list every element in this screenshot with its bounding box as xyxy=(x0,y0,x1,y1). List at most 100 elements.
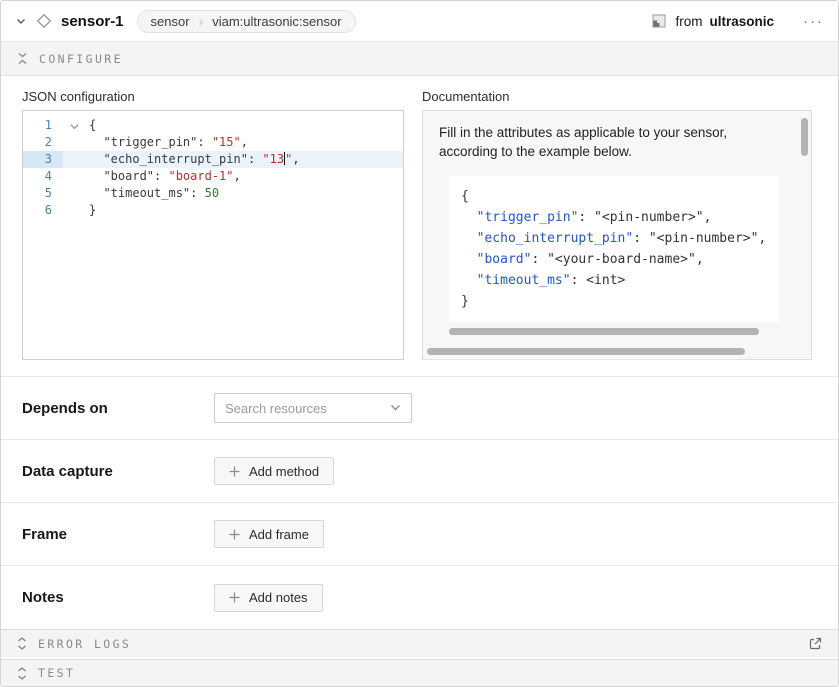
editor-line-number: 1 xyxy=(23,117,63,134)
module-source: from ultrasonic xyxy=(675,14,774,29)
code-token-string: "13 xyxy=(262,152,284,166)
code-token: , xyxy=(234,169,241,183)
code-token-key: "board" xyxy=(103,169,154,183)
test-section-header[interactable]: TEST xyxy=(1,659,838,686)
add-frame-button[interactable]: Add frame xyxy=(214,520,324,548)
frame-label: Frame xyxy=(22,526,214,543)
doc-code-line: } xyxy=(461,291,767,312)
editor-line-content[interactable]: "trigger_pin": "15", xyxy=(63,134,403,151)
badge-chevron-icon: › xyxy=(199,14,204,28)
code-token-key: "trigger_pin" xyxy=(477,210,579,225)
add-method-button[interactable]: Add method xyxy=(214,457,334,485)
code-token: : xyxy=(154,169,168,183)
code-token xyxy=(89,152,103,166)
code-token xyxy=(89,135,103,149)
doc-code-line: "trigger_pin": "<pin-number>", xyxy=(461,207,767,228)
depends-on-select[interactable]: Search resources xyxy=(214,393,412,423)
code-token: : <int> xyxy=(571,273,626,288)
documentation-intro: Fill in the attributes as applicable to … xyxy=(439,123,775,161)
editor-line[interactable]: 3 "echo_interrupt_pin": "13", xyxy=(23,151,403,168)
editor-line[interactable]: 2 "trigger_pin": "15", xyxy=(23,134,403,151)
doc-code-line: "echo_interrupt_pin": "<pin-number>", xyxy=(461,228,767,249)
code-token: { xyxy=(89,118,96,132)
code-token: : "<pin-number>", xyxy=(578,210,711,225)
code-token: , xyxy=(241,135,248,149)
data-capture-label: Data capture xyxy=(22,463,214,480)
doc-horizontal-scrollbar[interactable] xyxy=(427,348,757,355)
editor-line-number: 2 xyxy=(23,134,63,151)
more-menu-button[interactable]: ··· xyxy=(803,13,824,30)
code-token-key: "trigger_pin" xyxy=(103,135,197,149)
add-notes-label: Add notes xyxy=(249,590,308,605)
code-token: } xyxy=(461,294,469,309)
code-token-key: "timeout_ms" xyxy=(477,273,571,288)
code-token-number: 50 xyxy=(205,186,219,200)
scrollbar-thumb[interactable] xyxy=(449,328,759,335)
editor-line-content[interactable]: "echo_interrupt_pin": "13", xyxy=(63,151,403,168)
scrollbar-thumb[interactable] xyxy=(427,348,745,355)
code-token: : "<pin-number>", xyxy=(633,231,766,246)
editor-line[interactable]: 4 "board": "board-1", xyxy=(23,168,403,185)
doc-code-line: "board": "<your-board-name>", xyxy=(461,249,767,270)
collapse-section-icon[interactable] xyxy=(17,52,28,65)
code-token: : xyxy=(248,152,262,166)
doc-code-line: "timeout_ms": <int> xyxy=(461,270,767,291)
editor-line-number: 4 xyxy=(23,168,63,185)
code-token xyxy=(89,169,103,183)
documentation-label: Documentation xyxy=(422,89,812,104)
code-horizontal-scrollbar[interactable] xyxy=(449,328,767,335)
plus-icon xyxy=(229,592,240,603)
editor-line-number: 3 xyxy=(23,151,63,168)
add-notes-button[interactable]: Add notes xyxy=(214,584,323,612)
code-token xyxy=(461,252,477,267)
doc-vertical-scrollbar[interactable] xyxy=(801,118,808,156)
code-token xyxy=(461,210,477,225)
code-token xyxy=(89,186,103,200)
editor-line-content[interactable]: "board": "board-1", xyxy=(63,168,403,185)
error-logs-section-header[interactable]: ERROR LOGS xyxy=(1,629,838,657)
from-label: from xyxy=(675,14,702,29)
configure-section-header[interactable]: CONFIGURE xyxy=(1,42,838,76)
code-token: , xyxy=(292,152,299,166)
depends-on-placeholder: Search resources xyxy=(225,401,327,416)
code-token xyxy=(461,273,477,288)
resource-type-label: sensor xyxy=(151,14,190,29)
notes-row: Notes Add notes xyxy=(1,565,838,629)
resource-type-badge: sensor › viam:ultrasonic:sensor xyxy=(137,10,356,33)
editor-line-content[interactable]: { xyxy=(63,117,403,134)
code-token xyxy=(461,231,477,246)
code-token-key: "board" xyxy=(477,252,532,267)
code-token: { xyxy=(461,189,469,204)
data-capture-row: Data capture Add method xyxy=(1,439,838,502)
doc-code-line: { xyxy=(461,186,767,207)
test-section-title: TEST xyxy=(38,666,75,680)
expand-section-icon[interactable] xyxy=(17,637,27,650)
editor-line-number: 6 xyxy=(23,202,63,219)
error-logs-section-title: ERROR LOGS xyxy=(38,637,131,651)
resource-model-label: viam:ultrasonic:sensor xyxy=(212,14,341,29)
code-token-key: "echo_interrupt_pin" xyxy=(103,152,248,166)
module-icon xyxy=(652,14,666,28)
editor-line[interactable]: 6} xyxy=(23,202,403,219)
editor-line-content[interactable]: "timeout_ms": 50 xyxy=(63,185,403,202)
editor-line-content[interactable]: } xyxy=(63,202,403,219)
json-editor[interactable]: 1{2 "trigger_pin": "15",3 "echo_interrup… xyxy=(22,110,404,360)
code-token: : xyxy=(197,135,211,149)
code-token-string: "board-1" xyxy=(168,169,233,183)
depends-on-row: Depends on Search resources xyxy=(1,376,838,439)
code-token-string: "15" xyxy=(212,135,241,149)
module-name: ultrasonic xyxy=(709,14,774,29)
documentation-panel: Fill in the attributes as applicable to … xyxy=(422,110,812,360)
open-in-new-window-icon[interactable] xyxy=(809,637,822,650)
frame-row: Frame Add frame xyxy=(1,502,838,565)
depends-on-label: Depends on xyxy=(22,400,214,417)
add-frame-label: Add frame xyxy=(249,527,309,542)
collapse-chevron-icon[interactable] xyxy=(15,15,27,27)
notes-label: Notes xyxy=(22,589,214,606)
expand-section-icon[interactable] xyxy=(17,667,27,680)
plus-icon xyxy=(229,466,240,477)
editor-line[interactable]: 5 "timeout_ms": 50 xyxy=(23,185,403,202)
chevron-down-icon xyxy=(390,404,401,412)
plus-icon xyxy=(229,529,240,540)
editor-line[interactable]: 1{ xyxy=(23,117,403,134)
